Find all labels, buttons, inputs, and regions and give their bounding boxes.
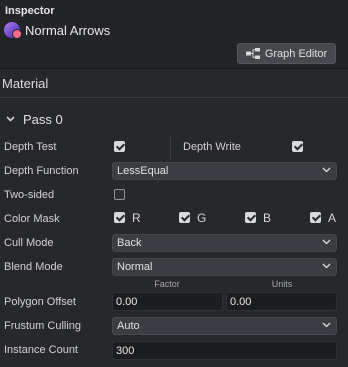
color-mask-r-label: R: [132, 211, 141, 225]
cull-mode-label: Cull Mode: [4, 237, 54, 249]
material-section-header[interactable]: Material: [0, 69, 348, 97]
color-mask-g-checkbox[interactable]: [179, 212, 190, 223]
chevron-down-icon: [322, 239, 331, 245]
two-sided-checkbox[interactable]: [114, 189, 125, 200]
color-mask-a-checkbox[interactable]: [310, 212, 321, 223]
color-mask-b-label: B: [263, 211, 272, 225]
blend-mode-label: Blend Mode: [4, 261, 63, 273]
blend-mode-value: Normal: [117, 261, 153, 273]
two-sided-label: Two-sided: [4, 189, 55, 201]
chevron-down-icon: [322, 263, 331, 269]
polygon-offset-units-field[interactable]: 0.00: [226, 292, 337, 311]
graph-nodes-icon: [245, 48, 260, 59]
color-mask-g-label: G: [197, 211, 207, 225]
depth-function-label: Depth Function: [4, 165, 79, 177]
units-label: Units: [271, 279, 293, 289]
chevron-down-icon: [322, 167, 331, 173]
polygon-offset-factor-field[interactable]: 0.00: [112, 292, 223, 311]
frustum-culling-value: Auto: [117, 320, 140, 332]
depth-test-label: Depth Test: [4, 141, 57, 153]
asset-row: Normal Arrows: [4, 21, 110, 39]
color-mask-a-label: A: [328, 211, 337, 225]
depth-write-checkbox[interactable]: [292, 141, 303, 152]
color-mask-label: Color Mask: [4, 213, 60, 225]
frustum-culling-label: Frustum Culling: [4, 320, 82, 332]
depth-test-checkbox[interactable]: [114, 141, 125, 152]
chevron-down-icon: [6, 116, 15, 122]
polygon-offset-label: Polygon Offset: [4, 296, 76, 308]
section-title: Material: [2, 75, 49, 91]
frustum-culling-select[interactable]: Auto: [112, 317, 337, 335]
depth-function-value: LessEqual: [117, 165, 169, 177]
instance-count-field[interactable]: 300: [112, 341, 337, 360]
color-mask-r-checkbox[interactable]: [114, 212, 125, 223]
column-divider: [170, 136, 171, 160]
section-divider: [0, 97, 348, 98]
graph-editor-label: Graph Editor: [264, 47, 328, 60]
pass-title: Pass 0: [23, 111, 63, 127]
pass-foldout[interactable]: Pass 0: [6, 111, 63, 127]
cull-mode-select[interactable]: Back: [112, 234, 337, 252]
inspector-header: Inspector Normal Arrows Graph Editor: [0, 0, 348, 68]
depth-function-select[interactable]: LessEqual: [112, 162, 337, 180]
depth-write-label: Depth Write: [183, 141, 241, 153]
chevron-down-icon: [322, 322, 331, 328]
inspector-title: Inspector: [5, 5, 55, 17]
color-mask-b-checkbox[interactable]: [245, 212, 256, 223]
cull-mode-value: Back: [117, 237, 142, 249]
asset-name: Normal Arrows: [25, 22, 111, 38]
factor-label: Factor: [154, 279, 180, 289]
graph-editor-button[interactable]: Graph Editor: [237, 43, 336, 64]
blend-mode-select[interactable]: Normal: [112, 258, 337, 276]
material-sphere-icon: [4, 22, 22, 39]
instance-count-label: Instance Count: [4, 344, 78, 356]
